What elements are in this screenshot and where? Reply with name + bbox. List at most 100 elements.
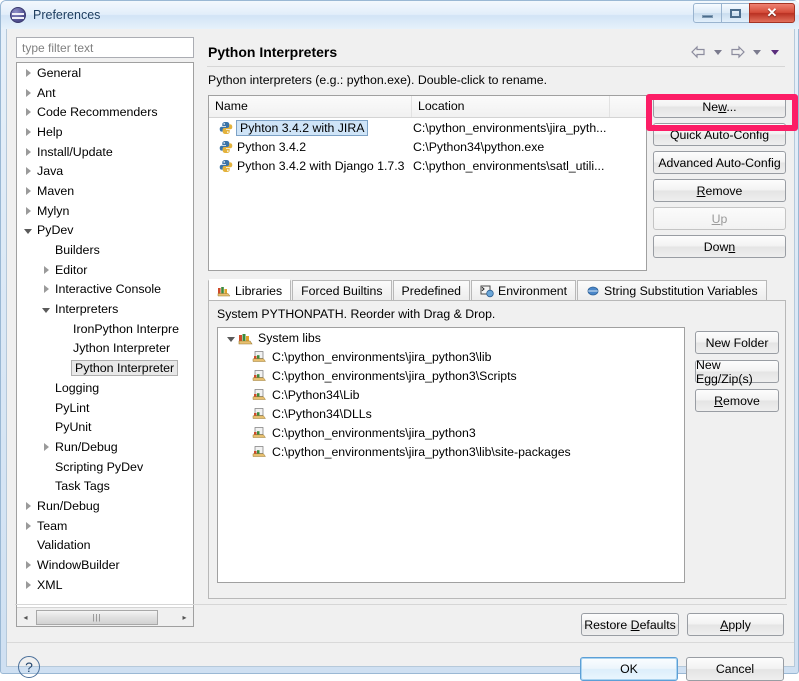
chevron-right-icon[interactable] xyxy=(21,86,35,100)
interpreters-table[interactable]: Name Location Pyhton 3.4.2 with JIRA C:\p… xyxy=(208,95,647,271)
scroll-right-icon[interactable]: ▸ xyxy=(176,609,193,626)
chevron-right-icon[interactable] xyxy=(21,145,35,159)
tree-horizontal-scrollbar[interactable]: ◂ ||| ▸ xyxy=(17,607,193,626)
library-folder-icon xyxy=(252,407,266,419)
sidebar-item-pydev[interactable]: PyDev xyxy=(17,221,193,241)
library-path-item[interactable]: C:\Python34\Lib xyxy=(218,385,684,404)
table-row[interactable]: Pyhton 3.4.2 with JIRA C:\python_environm… xyxy=(209,118,646,137)
sidebar-item-maven[interactable]: Maven xyxy=(17,181,193,201)
restore-defaults-button[interactable]: Restore Defaults xyxy=(581,613,679,636)
minimize-button[interactable] xyxy=(693,3,722,23)
remove-button[interactable]: Remove xyxy=(695,389,779,412)
page-title: Python Interpreters xyxy=(208,44,338,60)
scroll-thumb[interactable]: ||| xyxy=(36,609,158,625)
quick-auto-config-button[interactable]: Quick Auto-Config xyxy=(653,123,786,146)
maximize-button[interactable] xyxy=(721,3,750,23)
sidebar-item-jython-interpreter[interactable]: Jython Interpreter xyxy=(17,339,193,359)
apply-button[interactable]: Apply xyxy=(687,613,784,636)
library-path-item[interactable]: C:\Python34\DLLs xyxy=(218,404,684,423)
sidebar-item-validation[interactable]: Validation xyxy=(17,536,193,556)
chevron-right-icon[interactable] xyxy=(21,164,35,178)
sidebar-item-run-debug[interactable]: Run/Debug xyxy=(17,437,193,457)
column-header-location[interactable]: Location xyxy=(412,96,610,117)
sidebar-item-windowbuilder[interactable]: WindowBuilder xyxy=(17,555,193,575)
sidebar-item-pylint[interactable]: PyLint xyxy=(17,398,193,418)
sidebar-item-help[interactable]: Help xyxy=(17,122,193,142)
libraries-root-item[interactable]: System libs xyxy=(218,328,684,347)
chevron-right-icon[interactable] xyxy=(21,125,35,139)
sidebar-item-label: General xyxy=(37,65,82,80)
tab-predefined[interactable]: Predefined xyxy=(392,280,470,301)
help-icon[interactable]: ? xyxy=(18,656,40,678)
chevron-right-icon[interactable] xyxy=(39,440,53,454)
chevron-right-icon[interactable] xyxy=(39,263,53,277)
sidebar-item-ant[interactable]: Ant xyxy=(17,83,193,103)
sidebar-item-builders[interactable]: Builders xyxy=(17,240,193,260)
chevron-right-icon[interactable] xyxy=(21,578,35,592)
library-path-item[interactable]: C:\python_environments\jira_python3\lib xyxy=(218,347,684,366)
sidebar-item-java[interactable]: Java xyxy=(17,161,193,181)
scroll-left-icon[interactable]: ◂ xyxy=(17,609,34,626)
chevron-right-icon[interactable] xyxy=(21,66,35,80)
expanded-twisty-icon[interactable] xyxy=(224,331,238,345)
forward-dropdown-icon[interactable] xyxy=(753,49,761,55)
down-button[interactable]: Down xyxy=(653,235,786,258)
chevron-down-icon[interactable] xyxy=(21,223,35,237)
tab-string-substitution-variables[interactable]: String Substitution Variables xyxy=(577,280,767,301)
sidebar-item-mylyn[interactable]: Mylyn xyxy=(17,201,193,221)
chevron-right-icon[interactable] xyxy=(21,184,35,198)
library-path-item[interactable]: C:\python_environments\jira_python3\lib\… xyxy=(218,442,684,461)
scroll-track[interactable]: ||| xyxy=(34,609,176,625)
sidebar-item-install-update[interactable]: Install/Update xyxy=(17,142,193,162)
tab-forced-builtins[interactable]: Forced Builtins xyxy=(292,280,392,301)
chevron-right-icon[interactable] xyxy=(21,499,35,513)
sidebar-item-code-recommenders[interactable]: Code Recommenders xyxy=(17,102,193,122)
library-path-item[interactable]: C:\python_environments\jira_python3 xyxy=(218,423,684,442)
chevron-right-icon[interactable] xyxy=(21,558,35,572)
column-header-name[interactable]: Name xyxy=(209,96,412,117)
chevron-down-icon[interactable] xyxy=(39,302,53,316)
new-folder-button[interactable]: New Folder xyxy=(695,331,779,354)
new-egg-zip-s-button[interactable]: New Egg/Zip(s) xyxy=(695,358,779,386)
sidebar-item-xml[interactable]: XML xyxy=(17,575,193,595)
ok-button[interactable]: OK xyxy=(580,657,678,681)
sidebar-item-task-tags[interactable]: Task Tags xyxy=(17,476,193,496)
sidebar-item-logging[interactable]: Logging xyxy=(17,378,193,398)
view-menu-icon[interactable] xyxy=(771,49,779,55)
sidebar-item-general[interactable]: General xyxy=(17,63,193,83)
sidebar-item-scripting-pydev[interactable]: Scripting PyDev xyxy=(17,457,193,477)
advanced-auto-config-button[interactable]: Advanced Auto-Config xyxy=(653,151,786,174)
forward-arrow-icon[interactable] xyxy=(729,45,746,59)
sidebar-item-interpreters[interactable]: Interpreters xyxy=(17,299,193,319)
column-header-extra[interactable] xyxy=(610,96,646,117)
sidebar-item-team[interactable]: Team xyxy=(17,516,193,536)
sidebar-item-python-interpreter[interactable]: Python Interpreter xyxy=(17,358,193,378)
table-row[interactable]: Python 3.4.2 with Django 1.7.3 C:\python_… xyxy=(209,156,646,175)
chevron-right-icon[interactable] xyxy=(21,204,35,218)
new-button[interactable]: New... xyxy=(653,95,786,118)
back-dropdown-icon[interactable] xyxy=(714,49,722,55)
table-row[interactable]: Python 3.4.2 C:\Python34\python.exe xyxy=(209,137,646,156)
library-path-item[interactable]: C:\python_environments\jira_python3\Scri… xyxy=(218,366,684,385)
tab-environment[interactable]: Environment xyxy=(471,280,577,301)
cancel-button[interactable]: Cancel xyxy=(686,657,784,681)
chevron-right-icon[interactable] xyxy=(21,105,35,119)
cell-location: C:\Python34\python.exe xyxy=(413,139,545,154)
chevron-right-icon[interactable] xyxy=(39,282,53,296)
sidebar-item-editor[interactable]: Editor xyxy=(17,260,193,280)
filter-input[interactable]: type filter text xyxy=(16,37,194,58)
sidebar-item-run-debug[interactable]: Run/Debug xyxy=(17,496,193,516)
sidebar-item-interactive-console[interactable]: Interactive Console xyxy=(17,280,193,300)
interpreter-name: Python 3.4.2 with Django 1.7.3 xyxy=(237,158,405,173)
preferences-tree[interactable]: General Ant Code Recommenders Help Install/U… xyxy=(16,62,194,627)
chevron-right-icon[interactable] xyxy=(21,519,35,533)
back-arrow-icon[interactable] xyxy=(690,45,707,59)
sidebar-item-pyunit[interactable]: PyUnit xyxy=(17,417,193,437)
close-button[interactable]: ✕ xyxy=(749,3,795,23)
remove-button[interactable]: Remove xyxy=(653,179,786,202)
libraries-list[interactable]: System libs C:\python_environments\jira_… xyxy=(217,327,685,583)
sidebar-item-ironpython-interpre[interactable]: IronPython Interpre xyxy=(17,319,193,339)
tab-libraries[interactable]: Libraries xyxy=(208,279,292,301)
sidebar-item-label: Maven xyxy=(37,183,75,198)
